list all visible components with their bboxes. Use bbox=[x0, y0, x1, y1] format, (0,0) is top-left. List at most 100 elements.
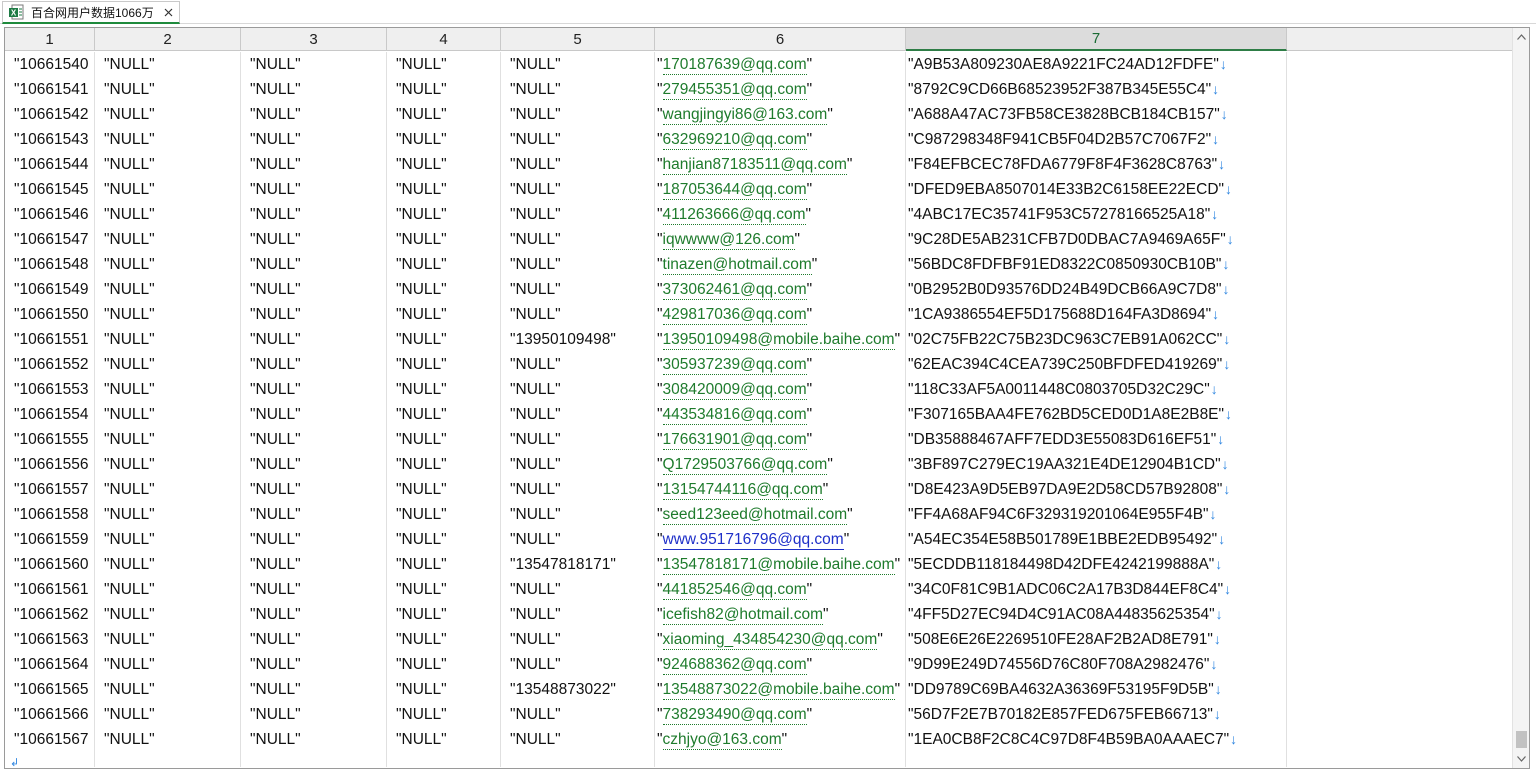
column-header-1[interactable]: 1 bbox=[5, 28, 95, 51]
cell-col-4[interactable]: "NULL" bbox=[387, 677, 501, 702]
scroll-down-arrow-icon[interactable] bbox=[1513, 750, 1530, 767]
cell-col-1[interactable]: "10661565 bbox=[5, 677, 95, 702]
cell-col-5[interactable]: "NULL" bbox=[501, 302, 655, 327]
cell-col-3[interactable]: "NULL" bbox=[241, 402, 387, 427]
email-link[interactable]: 373062461@qq.com bbox=[662, 281, 807, 300]
cell-col-2[interactable]: "NULL" bbox=[95, 202, 241, 227]
cell-col-3[interactable]: "NULL" bbox=[241, 377, 387, 402]
cell-col-7[interactable]: "56BDC8FDFBF91ED8322C0850930CB10B"↓ bbox=[906, 252, 1287, 277]
cell-col-3[interactable]: "NULL" bbox=[241, 202, 387, 227]
cell-col-6[interactable]: "czhjyo@163.com" bbox=[655, 727, 906, 752]
email-link[interactable]: seed123eed@hotmail.com bbox=[662, 506, 848, 525]
table-row[interactable]: "10661550 "NULL" "NULL" "NULL" "NULL" "429817… bbox=[5, 302, 1287, 327]
cell-col-2[interactable]: "NULL" bbox=[95, 627, 241, 652]
cell-col-5[interactable]: "13547818171" bbox=[501, 552, 655, 577]
cell-col-5[interactable]: "NULL" bbox=[501, 52, 655, 77]
cell-col-5[interactable]: "NULL" bbox=[501, 427, 655, 452]
cell-col-3[interactable]: "NULL" bbox=[241, 52, 387, 77]
column-header-4[interactable]: 4 bbox=[387, 28, 501, 51]
cell-col-7[interactable]: "118C33AF5A0011448C0803705D32C29C"↓ bbox=[906, 377, 1287, 402]
cell-col-4[interactable]: "NULL" bbox=[387, 352, 501, 377]
cell-col-3[interactable]: "NULL" bbox=[241, 102, 387, 127]
cell-col-1[interactable]: "10661557 bbox=[5, 477, 95, 502]
cell-col-1[interactable]: "10661550 bbox=[5, 302, 95, 327]
cell-col-7[interactable]: "C987298348F941CB5F04D2B57C7067F2"↓ bbox=[906, 127, 1287, 152]
cell-col-5[interactable]: "NULL" bbox=[501, 402, 655, 427]
cell-col-1[interactable]: "10661555 bbox=[5, 427, 95, 452]
table-row[interactable]: "10661545 "NULL" "NULL" "NULL" "NULL" "187053… bbox=[5, 177, 1287, 202]
cell-col-6[interactable]: "tinazen@hotmail.com" bbox=[655, 252, 906, 277]
cell-col-5[interactable]: "NULL" bbox=[501, 577, 655, 602]
email-link[interactable]: 441852546@qq.com bbox=[662, 581, 807, 600]
cell-col-6[interactable]: "icefish82@hotmail.com" bbox=[655, 602, 906, 627]
cell-col-6[interactable]: "429817036@qq.com" bbox=[655, 302, 906, 327]
cell-col-6[interactable]: "411263666@qq.com" bbox=[655, 202, 906, 227]
cell-col-3[interactable]: "NULL" bbox=[241, 577, 387, 602]
cell-col-1[interactable]: "10661567 bbox=[5, 727, 95, 752]
table-row[interactable]: "10661554 "NULL" "NULL" "NULL" "NULL" "443534… bbox=[5, 402, 1287, 427]
email-link[interactable]: icefish82@hotmail.com bbox=[662, 606, 823, 625]
cell-col-1[interactable]: "10661546 bbox=[5, 202, 95, 227]
table-row[interactable]: "10661547 "NULL" "NULL" "NULL" "NULL" "iqwwww… bbox=[5, 227, 1287, 252]
cell-col-3[interactable]: "NULL" bbox=[241, 602, 387, 627]
cell-col-7[interactable]: "4FF5D27EC94D4C91AC08A44835625354"↓ bbox=[906, 602, 1287, 627]
email-link[interactable]: xiaoming_434854230@qq.com bbox=[662, 631, 878, 650]
cell-col-5[interactable]: "NULL" bbox=[501, 77, 655, 102]
cell-col-1[interactable]: "10661564 bbox=[5, 652, 95, 677]
cell-col-1[interactable]: "10661563 bbox=[5, 627, 95, 652]
email-link[interactable]: 411263666@qq.com bbox=[662, 206, 806, 225]
cell-col-5[interactable]: "NULL" bbox=[501, 227, 655, 252]
cell-col-3[interactable]: "NULL" bbox=[241, 652, 387, 677]
cell-col-2[interactable]: "NULL" bbox=[95, 552, 241, 577]
cell-col-1[interactable]: "10661541 bbox=[5, 77, 95, 102]
cell-col-5[interactable]: "NULL" bbox=[501, 177, 655, 202]
table-row[interactable]: "10661549 "NULL" "NULL" "NULL" "NULL" "373062… bbox=[5, 277, 1287, 302]
cell-col-5[interactable]: "NULL" bbox=[501, 627, 655, 652]
email-link[interactable]: 176631901@qq.com bbox=[662, 431, 807, 450]
cell-col-3[interactable]: "NULL" bbox=[241, 227, 387, 252]
cell-col-4[interactable]: "NULL" bbox=[387, 152, 501, 177]
cell-col-2[interactable]: "NULL" bbox=[95, 527, 241, 552]
column-header-7[interactable]: 7 bbox=[906, 28, 1287, 51]
table-row[interactable]: "10661551 "NULL" "NULL" "NULL" "13950109498"… bbox=[5, 327, 1287, 352]
cell-col-2[interactable]: "NULL" bbox=[95, 702, 241, 727]
table-row[interactable]: "10661543 "NULL" "NULL" "NULL" "NULL" "632969… bbox=[5, 127, 1287, 152]
cell-col-2[interactable]: "NULL" bbox=[95, 452, 241, 477]
email-link[interactable]: Q1729503766@qq.com bbox=[662, 456, 828, 475]
cell-col-2[interactable]: "NULL" bbox=[95, 577, 241, 602]
email-link[interactable]: 170187639@qq.com bbox=[662, 56, 807, 75]
cell-col-6[interactable]: "13950109498@mobile.baihe.com" bbox=[655, 327, 906, 352]
cell-col-4[interactable]: "NULL" bbox=[387, 302, 501, 327]
cell-col-4[interactable]: "NULL" bbox=[387, 52, 501, 77]
email-link[interactable]: www.951716796@qq.com bbox=[662, 531, 844, 550]
email-link[interactable]: tinazen@hotmail.com bbox=[662, 256, 812, 275]
cell-col-3[interactable]: "NULL" bbox=[241, 127, 387, 152]
table-row[interactable]: "10661555 "NULL" "NULL" "NULL" "NULL" "176631… bbox=[5, 427, 1287, 452]
cell-col-6[interactable]: "441852546@qq.com" bbox=[655, 577, 906, 602]
cell-col-2[interactable]: "NULL" bbox=[95, 152, 241, 177]
cell-col-2[interactable]: "NULL" bbox=[95, 77, 241, 102]
cell-col-2[interactable]: "NULL" bbox=[95, 52, 241, 77]
email-link[interactable]: 308420009@qq.com bbox=[662, 381, 807, 400]
cell-col-4[interactable]: "NULL" bbox=[387, 227, 501, 252]
table-row[interactable]: "10661557 "NULL" "NULL" "NULL" "NULL" "131547… bbox=[5, 477, 1287, 502]
cell-col-5[interactable]: "NULL" bbox=[501, 727, 655, 752]
cell-col-4[interactable]: "NULL" bbox=[387, 177, 501, 202]
cell-col-4[interactable]: "NULL" bbox=[387, 452, 501, 477]
table-row[interactable]: "10661556 "NULL" "NULL" "NULL" "NULL" "Q17295… bbox=[5, 452, 1287, 477]
cell-col-2[interactable]: "NULL" bbox=[95, 177, 241, 202]
cell-col-6[interactable]: "13547818171@mobile.baihe.com" bbox=[655, 552, 906, 577]
cell-col-2[interactable]: "NULL" bbox=[95, 302, 241, 327]
table-row[interactable]: "10661546 "NULL" "NULL" "NULL" "NULL" "411263… bbox=[5, 202, 1287, 227]
cell-col-4[interactable]: "NULL" bbox=[387, 77, 501, 102]
cell-col-5[interactable]: "NULL" bbox=[501, 352, 655, 377]
email-link[interactable]: wangjingyi86@163.com bbox=[662, 106, 828, 125]
cell-col-3[interactable]: "NULL" bbox=[241, 177, 387, 202]
email-link[interactable]: 13548873022@mobile.baihe.com bbox=[662, 681, 895, 700]
cell-col-7[interactable]: "DD9789C69BA4632A36369F53195F9D5B"↓ bbox=[906, 677, 1287, 702]
table-row[interactable]: "10661562 "NULL" "NULL" "NULL" "NULL" "icefis… bbox=[5, 602, 1287, 627]
cell-col-2[interactable]: "NULL" bbox=[95, 502, 241, 527]
cell-col-2[interactable]: "NULL" bbox=[95, 427, 241, 452]
email-link[interactable]: czhjyo@163.com bbox=[662, 731, 782, 750]
cell-col-1[interactable]: "10661556 bbox=[5, 452, 95, 477]
